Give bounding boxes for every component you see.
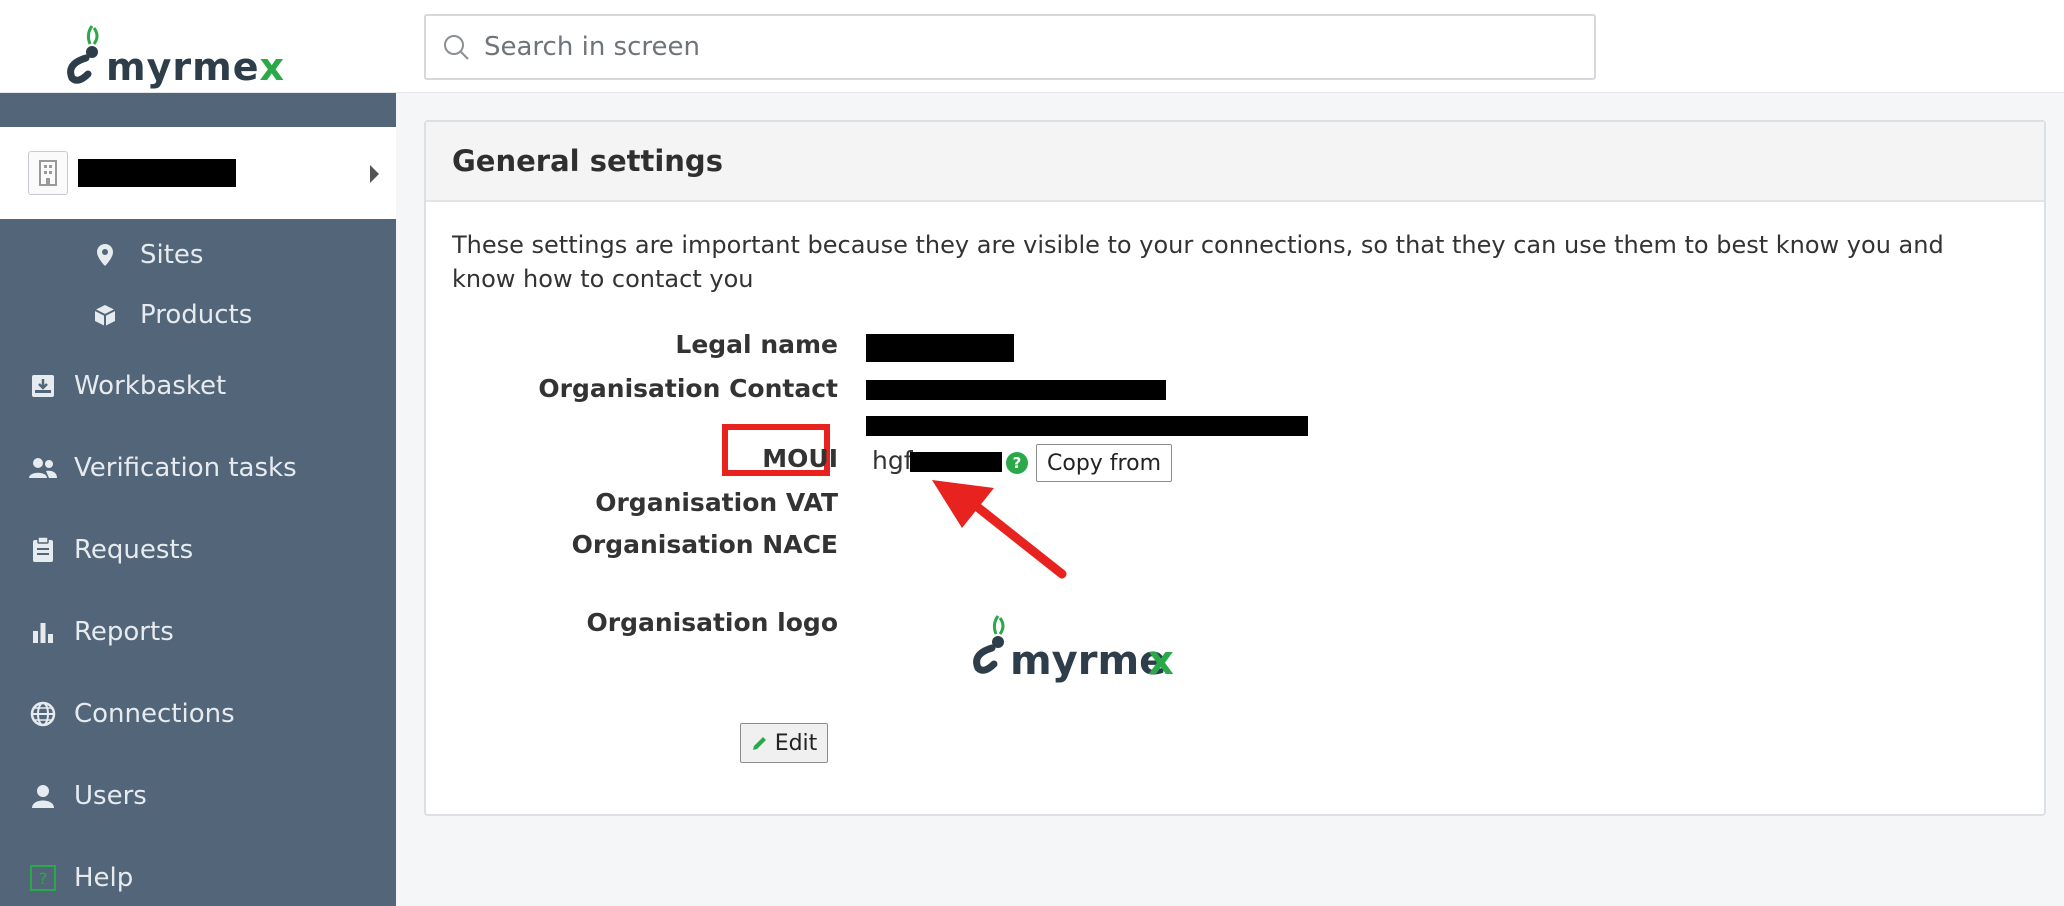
svg-text:?: ? bbox=[39, 869, 48, 888]
org-contact-email-redacted bbox=[866, 416, 1308, 436]
sidebar-item-users[interactable]: Users bbox=[0, 771, 396, 821]
sidebar-item-label: Help bbox=[74, 863, 134, 893]
globe-icon bbox=[28, 699, 58, 729]
org-vat-label: Organisation VAT bbox=[595, 488, 838, 517]
sidebar: Sites Products Workbasket Verification t… bbox=[0, 93, 396, 906]
moui-value-redacted bbox=[910, 452, 1002, 472]
sidebar-item-label: Sites bbox=[140, 240, 204, 270]
legal-name-redacted bbox=[866, 334, 1014, 362]
sidebar-item-reports[interactable]: Reports bbox=[0, 607, 396, 657]
panel-description: These settings are important because the… bbox=[452, 231, 1944, 293]
map-pin-icon bbox=[90, 240, 120, 270]
sidebar-item-connections[interactable]: Connections bbox=[0, 689, 396, 739]
user-icon bbox=[28, 781, 58, 811]
moui-value: hgf bbox=[872, 446, 913, 475]
org-logo-wordmark-x: x bbox=[1148, 638, 1174, 684]
edit-button-label: Edit bbox=[774, 730, 818, 756]
clipboard-icon bbox=[28, 535, 58, 565]
app-logo[interactable]: myrmex bbox=[60, 6, 285, 86]
org-switcher[interactable] bbox=[0, 127, 396, 219]
org-logo-wordmark: myrme bbox=[1010, 638, 1166, 684]
sidebar-item-label: Connections bbox=[74, 699, 235, 729]
bar-chart-icon bbox=[28, 617, 58, 647]
copy-from-button[interactable]: Copy from bbox=[1036, 444, 1172, 482]
sidebar-item-label: Products bbox=[140, 300, 253, 330]
search-input[interactable] bbox=[482, 31, 1566, 63]
sidebar-item-label: Verification tasks bbox=[74, 453, 297, 483]
sidebar-item-requests[interactable]: Requests bbox=[0, 525, 396, 575]
sidebar-item-sites[interactable]: Sites bbox=[0, 233, 396, 277]
sidebar-item-label: Requests bbox=[74, 535, 194, 565]
sidebar-item-help[interactable]: ? Help bbox=[0, 853, 396, 903]
help-icon[interactable]: ? bbox=[1006, 452, 1028, 474]
sidebar-item-label: Workbasket bbox=[74, 371, 227, 401]
sidebar-item-verification-tasks[interactable]: Verification tasks bbox=[0, 443, 396, 493]
general-settings-panel: General settings These settings are impo… bbox=[424, 120, 2046, 816]
sidebar-item-workbasket[interactable]: Workbasket bbox=[0, 361, 396, 411]
building-icon bbox=[28, 151, 68, 195]
organisation-logo-image: myrme x bbox=[956, 612, 1186, 696]
edit-button[interactable]: Edit bbox=[740, 723, 828, 763]
org-nace-label: Organisation NACE bbox=[571, 530, 838, 559]
legal-name-label: Legal name bbox=[675, 330, 838, 359]
org-contact-redacted bbox=[866, 380, 1166, 400]
inbox-icon bbox=[28, 371, 58, 401]
panel-title: General settings bbox=[426, 122, 2044, 202]
org-logo-label: Organisation logo bbox=[586, 608, 838, 637]
help-icon: ? bbox=[28, 863, 58, 893]
sidebar-item-label: Reports bbox=[74, 617, 174, 647]
org-contact-label: Organisation Contact bbox=[538, 374, 838, 403]
sidebar-item-label: Users bbox=[74, 781, 147, 811]
ant-logo-icon bbox=[67, 25, 99, 84]
moui-label: MOUI bbox=[762, 444, 838, 473]
box-icon bbox=[90, 300, 120, 330]
users-icon bbox=[28, 453, 58, 483]
logo-wordmark: myrmex bbox=[106, 45, 285, 89]
sidebar-item-products[interactable]: Products bbox=[0, 293, 396, 337]
search-box[interactable] bbox=[424, 14, 1596, 80]
top-bar: myrmex bbox=[0, 0, 2064, 93]
search-icon bbox=[444, 35, 469, 60]
pencil-icon bbox=[752, 737, 766, 750]
caret-right-icon[interactable] bbox=[370, 165, 379, 183]
org-name-redacted bbox=[78, 159, 236, 187]
